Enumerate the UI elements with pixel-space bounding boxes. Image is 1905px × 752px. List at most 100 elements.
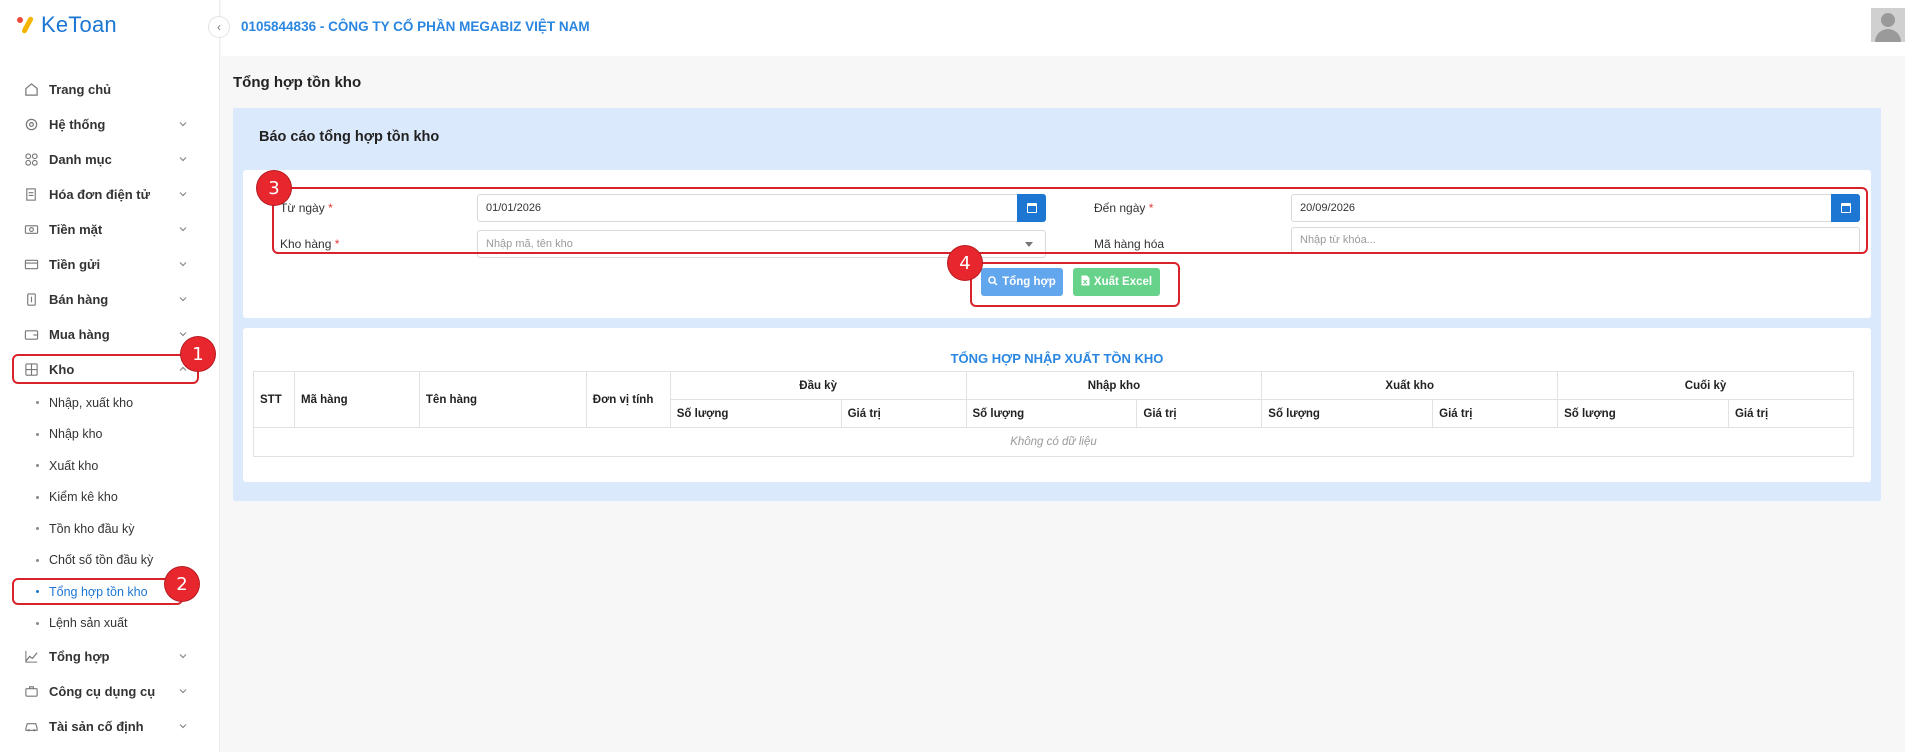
submenu-item-label: Lệnh sản xuất — [49, 616, 128, 631]
col-closing-qty: Số lượng — [1557, 399, 1729, 428]
col-import-value: Giá trị — [1136, 399, 1263, 428]
chevron-down-icon — [179, 297, 187, 302]
bullet-icon — [36, 558, 39, 562]
wallet-icon — [22, 326, 40, 344]
bullet-icon — [36, 527, 39, 531]
submenu-item-label: Chốt số tồn đầu kỳ — [49, 553, 154, 568]
col-export: Xuất kho — [1261, 371, 1559, 400]
empty-state: Không có dữ liệu — [253, 427, 1854, 457]
annotation-box-3 — [272, 187, 1868, 254]
sidebar-item-ban-hang[interactable]: Bán hàng — [0, 282, 220, 317]
submenu-item-nhap-kho[interactable]: Nhập kho — [0, 419, 220, 451]
annotation-box-1 — [12, 354, 199, 384]
topbar: 0105844836 - CÔNG TY CỔ PHẦN MEGABIZ VIỆ… — [221, 0, 1905, 56]
chart-icon — [22, 648, 40, 666]
submenu-item-label: Xuất kho — [49, 458, 99, 473]
col-opening: Đầu kỳ — [669, 371, 967, 400]
company-name: 0105844836 - CÔNG TY CỔ PHẦN MEGABIZ VIỆ… — [241, 19, 590, 34]
bullet-icon — [36, 401, 39, 405]
submenu-item-kiem-ke-kho[interactable]: Kiểm kê kho — [0, 482, 220, 514]
sidebar-item-label: Tổng hợp — [49, 649, 110, 664]
sidebar-item-label: Tiền gửi — [49, 257, 101, 272]
inventory-table: STT Mã hàng Tên hàng Đơn vị tính Đầu kỳ … — [253, 371, 1855, 457]
logo[interactable]: KeToan — [15, 12, 117, 38]
sidebar-item-danh-muc[interactable]: Danh mục — [0, 142, 220, 177]
annotation-box-4 — [970, 262, 1180, 307]
sidebar-collapse-button[interactable]: ‹ — [208, 16, 230, 38]
sidebar-item-trang-chu[interactable]: Trang chủ — [0, 72, 220, 107]
sidebar-menu: Trang chủ Hệ thống Danh mục Hóa đơn điện… — [0, 72, 220, 744]
col-opening-qty: Số lượng — [669, 399, 842, 428]
page-title: Tổng hợp tồn kho — [233, 74, 362, 91]
annotation-badge-2: 2 — [165, 567, 199, 601]
sidebar-item-label: Danh mục — [49, 152, 112, 167]
chevron-down-icon — [179, 262, 187, 267]
car-icon — [22, 718, 40, 736]
sidebar-item-he-thong[interactable]: Hệ thống — [0, 107, 220, 142]
bullet-icon — [36, 464, 39, 468]
panel-title: Báo cáo tổng hợp tồn kho — [259, 129, 440, 145]
col-name: Tên hàng — [418, 371, 587, 428]
col-export-qty: Số lượng — [1261, 399, 1434, 428]
submenu-item-nhap-xuat-kho[interactable]: Nhập, xuất kho — [0, 387, 220, 419]
sidebar-item-label: Hóa đơn điện tử — [49, 187, 150, 202]
result-card: TỔNG HỢP NHẬP XUẤT TỒN KHO STT Mã hàng T… — [243, 328, 1871, 482]
card-icon — [22, 256, 40, 274]
gear-icon — [22, 116, 40, 134]
report-title: TỔNG HỢP NHẬP XUẤT TỒN KHO — [950, 351, 1164, 366]
sidebar-item-label: Tiền mặt — [49, 222, 103, 237]
grid-icon — [22, 151, 40, 169]
sidebar-item-tien-mat[interactable]: Tiền mặt — [0, 212, 220, 247]
chevron-down-icon — [179, 227, 187, 232]
submenu-item-lenh-san-xuat[interactable]: Lệnh sản xuất — [0, 608, 220, 640]
submenu-item-label: Kiểm kê kho — [49, 490, 118, 505]
table-row: Không có dữ liệu — [253, 427, 1854, 457]
annotation-badge-1: 1 — [181, 337, 215, 371]
col-import: Nhập kho — [965, 371, 1263, 400]
annotation-box-2 — [12, 578, 183, 605]
submenu-item-label: Nhập, xuất kho — [49, 395, 134, 410]
sidebar-item-tong-hop[interactable]: Tổng hợp — [0, 639, 220, 674]
chevron-left-icon: ‹ — [217, 20, 221, 34]
col-import-qty: Số lượng — [965, 399, 1138, 428]
cash-icon — [22, 221, 40, 239]
submenu-item-label: Nhập kho — [49, 427, 103, 442]
sidebar-item-label: Hệ thống — [49, 117, 106, 132]
annotation-badge-3: 3 — [257, 171, 291, 205]
col-export-value: Giá trị — [1432, 399, 1559, 428]
bullet-icon — [36, 432, 39, 436]
sidebar-item-cong-cu-dung-cu[interactable]: Công cụ dụng cụ — [0, 674, 220, 709]
sidebar-item-label: Trang chủ — [49, 82, 112, 97]
sidebar-item-label: Bán hàng — [49, 292, 109, 307]
submenu-item-label: Tồn kho đầu kỳ — [49, 521, 135, 536]
col-code: Mã hàng — [293, 371, 420, 428]
chevron-down-icon — [179, 157, 187, 162]
bullet-icon — [36, 495, 39, 499]
sidebar-item-label: Công cụ dụng cụ — [49, 684, 156, 699]
sidebar-item-tai-san-co-dinh[interactable]: Tài sản cố định — [0, 709, 220, 744]
col-closing: Cuối kỳ — [1557, 371, 1854, 400]
chevron-down-icon — [179, 332, 187, 337]
brand-name: KeToan — [41, 12, 117, 37]
home-icon — [22, 81, 40, 99]
annotation-badge-4: 4 — [948, 246, 982, 280]
col-closing-value: Giá trị — [1727, 399, 1855, 428]
chevron-down-icon — [179, 689, 187, 694]
col-stt: STT — [253, 371, 295, 428]
submenu-item-ton-kho-dau-ky[interactable]: Tồn kho đầu kỳ — [0, 513, 220, 545]
tools-icon — [22, 683, 40, 701]
chevron-down-icon — [179, 122, 187, 127]
col-unit: Đơn vị tính — [585, 371, 671, 428]
chevron-down-icon — [179, 654, 187, 659]
sidebar-item-tien-gui[interactable]: Tiền gửi — [0, 247, 220, 282]
logo-icon — [15, 14, 37, 36]
table-header-row: STT Mã hàng Tên hàng Đơn vị tính Đầu kỳ … — [253, 371, 1854, 428]
sale-icon — [22, 291, 40, 309]
submenu-item-xuat-kho[interactable]: Xuất kho — [0, 450, 220, 482]
avatar[interactable] — [1871, 8, 1905, 42]
invoice-icon — [22, 186, 40, 204]
sidebar-item-hoa-don[interactable]: Hóa đơn điện tử — [0, 177, 220, 212]
col-opening-value: Giá trị — [840, 399, 967, 428]
bullet-icon — [36, 621, 39, 625]
chevron-down-icon — [179, 724, 187, 729]
